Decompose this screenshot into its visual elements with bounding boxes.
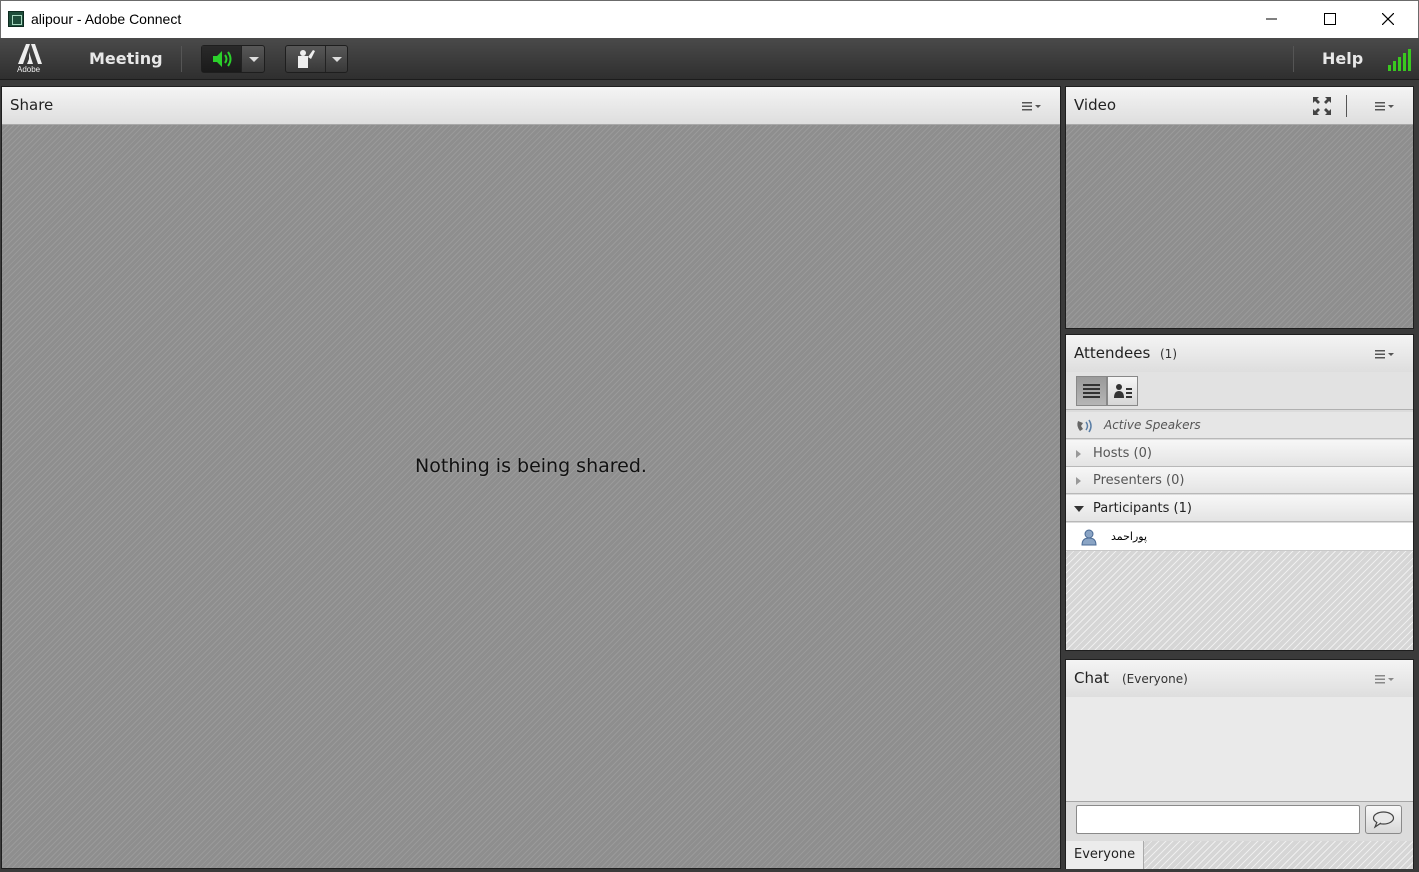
video-pod-header: Video — [1066, 87, 1413, 125]
collapsed-arrow-icon — [1076, 477, 1081, 485]
header-divider — [1346, 95, 1347, 117]
chat-tabs-bar: Everyone — [1066, 841, 1413, 869]
participants-group-label: Participants (1) — [1093, 501, 1192, 516]
expanded-arrow-icon — [1074, 506, 1084, 512]
video-pod-title: Video — [1074, 96, 1117, 114]
status-toggle-button[interactable] — [285, 45, 348, 73]
close-window-button[interactable] — [1359, 1, 1417, 38]
video-area — [1066, 125, 1413, 328]
video-pod: Video — [1065, 86, 1414, 329]
attendees-pod: Attendees (1) Active Speakers Hosts (0) … — [1065, 334, 1414, 651]
attendee-status-icon — [1114, 384, 1132, 398]
chat-tab-everyone[interactable]: Everyone — [1066, 841, 1144, 869]
menu-divider — [1293, 46, 1294, 72]
pod-options-menu-icon[interactable] — [1022, 99, 1044, 113]
active-speakers-icon — [1077, 419, 1092, 433]
attendees-empty-area — [1066, 551, 1413, 650]
collapsed-arrow-icon — [1076, 450, 1081, 458]
attendees-view-toolbar — [1066, 372, 1413, 410]
presenters-group-label: Presenters (0) — [1093, 473, 1185, 488]
adobe-logo-icon: Adobe — [14, 42, 46, 76]
participant-row[interactable]: پوراحمد — [1066, 523, 1413, 551]
share-pod: Share Nothing is being shared. — [1, 86, 1061, 869]
meeting-menu[interactable]: Meeting — [89, 49, 163, 68]
chat-messages-area — [1066, 697, 1413, 801]
speaker-options-dropdown[interactable] — [244, 46, 264, 72]
participant-avatar-icon — [1081, 529, 1097, 546]
hosts-group-label: Hosts (0) — [1093, 446, 1152, 461]
chat-pod-title: Chat — [1074, 669, 1110, 687]
speaker-button[interactable] — [202, 46, 242, 72]
participants-group-row[interactable]: Participants (1) — [1066, 495, 1413, 522]
hosts-group-row[interactable]: Hosts (0) — [1066, 440, 1413, 467]
presenters-group-row[interactable]: Presenters (0) — [1066, 467, 1413, 494]
raise-hand-button[interactable] — [286, 46, 326, 72]
meeting-menubar: Adobe Meeting Help — [0, 38, 1419, 80]
chat-divider — [1066, 801, 1413, 802]
window-titlebar: alipour - Adobe Connect — [0, 0, 1419, 38]
chat-pod: Chat (Everyone) Everyone — [1065, 659, 1414, 869]
active-speakers-row: Active Speakers — [1066, 412, 1413, 439]
chat-scope: (Everyone) — [1122, 672, 1188, 686]
chat-message-input[interactable] — [1076, 805, 1360, 834]
adobe-connect-app-icon — [8, 11, 24, 27]
speaker-icon — [213, 51, 232, 67]
share-pod-header: Share — [2, 87, 1060, 125]
raise-hand-icon — [298, 50, 315, 68]
list-view-button[interactable] — [1076, 376, 1107, 406]
adobe-logo-text: Adobe — [17, 65, 41, 74]
attendees-count: (1) — [1160, 347, 1177, 361]
status-view-button[interactable] — [1107, 376, 1138, 406]
window-title: alipour - Adobe Connect — [31, 11, 182, 27]
connection-signal-icon — [1388, 49, 1411, 71]
speaker-toggle-button[interactable] — [201, 45, 265, 73]
send-message-button[interactable] — [1365, 805, 1402, 834]
pod-options-menu-icon[interactable] — [1375, 99, 1397, 113]
pod-options-menu-icon[interactable] — [1375, 672, 1397, 686]
share-pod-title: Share — [10, 96, 54, 114]
pod-options-menu-icon[interactable] — [1375, 347, 1397, 361]
list-view-icon — [1083, 384, 1100, 398]
participant-name: پوراحمد — [1111, 530, 1148, 543]
menu-divider — [181, 46, 182, 72]
active-speakers-label: Active Speakers — [1104, 418, 1201, 432]
attendees-pod-header: Attendees (1) — [1066, 335, 1413, 373]
help-menu[interactable]: Help — [1322, 49, 1363, 68]
share-area: Nothing is being shared. — [2, 125, 1060, 868]
chat-pod-header: Chat (Everyone) — [1066, 660, 1413, 698]
fullscreen-icon[interactable] — [1312, 96, 1332, 116]
minimize-button[interactable] — [1243, 1, 1301, 38]
chat-bubble-icon — [1372, 811, 1395, 829]
share-empty-message: Nothing is being shared. — [415, 455, 647, 477]
attendees-pod-title: Attendees — [1074, 344, 1151, 362]
status-options-dropdown[interactable] — [327, 46, 347, 72]
chat-tabs-background — [1144, 841, 1413, 869]
maximize-button[interactable] — [1301, 1, 1359, 38]
